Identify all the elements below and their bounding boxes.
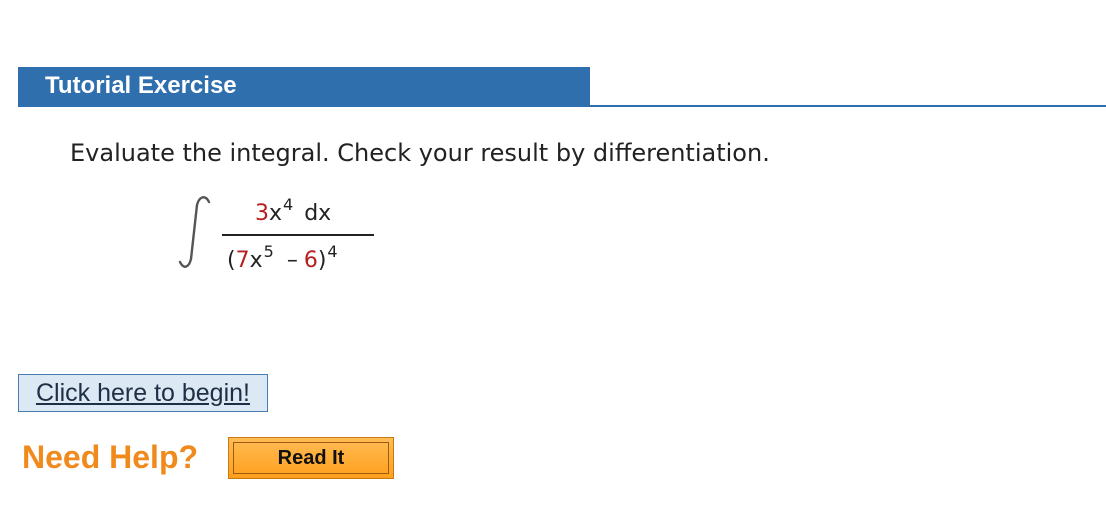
denominator-operator: – — [286, 248, 298, 273]
denominator-close-paren: ) — [317, 248, 327, 273]
need-help-label: Need Help? — [22, 439, 199, 475]
numerator-exponent: 4 — [283, 195, 294, 214]
fraction-bar — [222, 234, 374, 236]
denominator-exponent: 5 — [263, 242, 274, 261]
read-it-button-face: Read It — [233, 442, 389, 474]
begin-button[interactable]: Click here to begin! — [18, 374, 268, 412]
read-it-label: Read It — [277, 446, 345, 469]
numerator-differential: dx — [304, 201, 332, 226]
denominator-coefficient: 7 — [235, 248, 250, 273]
numerator-variable: x — [269, 201, 283, 226]
denominator-open-paren: ( — [227, 248, 236, 273]
tutorial-title: Tutorial Exercise — [45, 72, 237, 99]
denominator-power: 4 — [327, 242, 338, 261]
question-instruction: Evaluate the integral. Check your result… — [70, 139, 770, 167]
numerator-coefficient: 3 — [255, 201, 269, 226]
denominator-constant: 6 — [303, 248, 318, 273]
integrand-numerator: 3x4 dx — [255, 195, 332, 228]
read-it-button[interactable]: Read It — [228, 437, 394, 479]
integral-sign-icon — [178, 196, 211, 268]
begin-button-label: Click here to begin! — [35, 378, 250, 407]
denominator-variable: x — [249, 248, 263, 273]
integrand-denominator: (7x5 –6)4 — [227, 242, 338, 275]
